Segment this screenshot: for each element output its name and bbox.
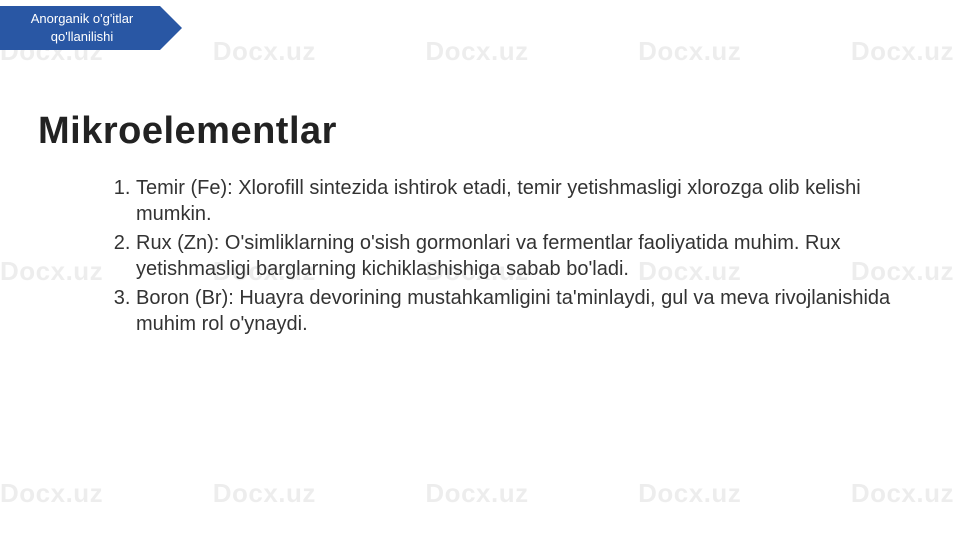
- item-body: Xlorofill sintezida ishtirok etadi, temi…: [136, 177, 861, 225]
- watermark-text: Docx.uz: [851, 478, 954, 509]
- item-lead: Boron (Br):: [136, 287, 239, 309]
- list-item: Temir (Fe): Xlorofill sintezida ishtirok…: [136, 175, 920, 228]
- item-body: O'simliklarning o'sish gormonlari va fer…: [136, 232, 841, 280]
- microelements-list: Temir (Fe): Xlorofill sintezida ishtirok…: [38, 175, 930, 337]
- watermark-text: Docx.uz: [851, 36, 954, 67]
- watermark-text: Docx.uz: [0, 478, 103, 509]
- list-item: Boron (Br): Huayra devorining mustahkaml…: [136, 285, 920, 338]
- item-lead: Temir (Fe):: [136, 177, 238, 199]
- watermark-text: Docx.uz: [213, 36, 316, 67]
- item-lead: Rux (Zn):: [136, 232, 225, 254]
- ribbon-arrow-icon: [160, 6, 182, 50]
- ribbon-line-2: qo'llanilishi: [51, 28, 113, 46]
- watermark-text: Docx.uz: [638, 478, 741, 509]
- watermark-text: Docx.uz: [638, 36, 741, 67]
- item-body: Huayra devorining mustahkamligini ta'min…: [136, 287, 890, 335]
- list-item: Rux (Zn): O'simliklarning o'sish gormonl…: [136, 230, 920, 283]
- content-area: Mikroelementlar Temir (Fe): Xlorofill si…: [38, 110, 930, 339]
- watermark-text: Docx.uz: [213, 478, 316, 509]
- watermark-text: Docx.uz: [425, 36, 528, 67]
- header-ribbon: Anorganik o'g'itlar qo'llanilishi: [0, 6, 182, 50]
- page-title: Mikroelementlar: [38, 110, 930, 153]
- ribbon-body: Anorganik o'g'itlar qo'llanilishi: [0, 6, 160, 50]
- ribbon-line-1: Anorganik o'g'itlar: [31, 10, 134, 28]
- watermark-text: Docx.uz: [425, 478, 528, 509]
